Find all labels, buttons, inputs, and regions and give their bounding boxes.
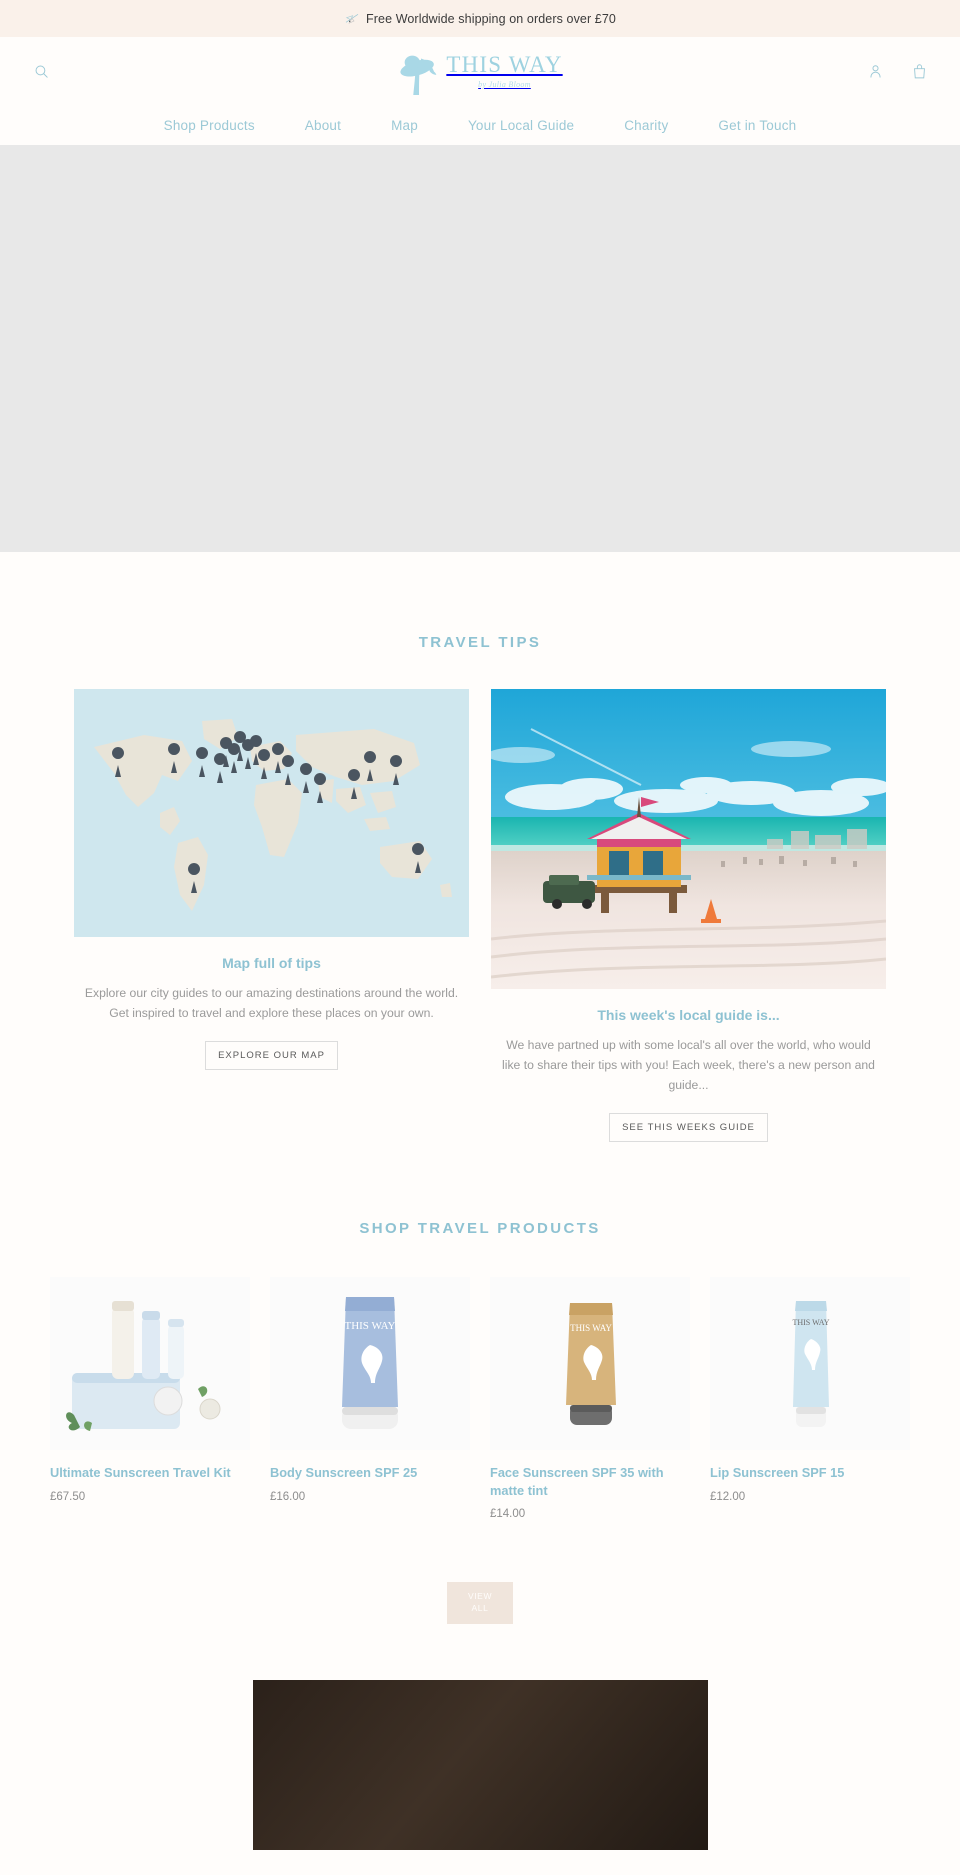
header-top-row: THIS WAY by Julia Bloom <box>30 37 930 105</box>
promo-video[interactable] <box>252 1679 708 1850</box>
announcement-text: Free Worldwide shipping on orders over £… <box>366 11 616 26</box>
tip-card-map-heading: Map full of tips <box>222 955 321 971</box>
shop-products-title: SHOP TRAVEL PRODUCTS <box>359 1220 601 1238</box>
product-name[interactable]: Ultimate Sunscreen Travel Kit <box>50 1464 250 1481</box>
tip-card-local-guide: This week's local guide is... We have pa… <box>491 689 886 1143</box>
view-all-line-1: VIEW <box>467 1591 493 1602</box>
product-name[interactable]: Lip Sunscreen SPF 15 <box>710 1464 910 1481</box>
shop-products-section: SHOP TRAVEL PRODUCTS Ultimate Sunscreen … <box>0 1142 960 1624</box>
logo-text-block: THIS WAY by Julia Bloom <box>446 53 562 89</box>
nav-item-map[interactable]: Map <box>366 118 443 133</box>
product-card: Ultimate Sunscreen Travel Kit £67.50 <box>50 1277 250 1503</box>
nav-item-about[interactable]: About <box>280 118 366 133</box>
product-name[interactable]: Face Sunscreen SPF 35 with matte tint <box>490 1464 690 1499</box>
view-all-button[interactable]: VIEW ALL <box>447 1581 513 1624</box>
tip-card-local-guide-body: We have partned up with some local's all… <box>502 1038 875 1093</box>
product-name[interactable]: Body Sunscreen SPF 25 <box>270 1464 470 1481</box>
tip-card-local-guide-button-row: SEE THIS WEEKS GUIDE <box>491 1113 886 1143</box>
world-map-with-pins[interactable] <box>74 689 469 937</box>
product-grid: Ultimate Sunscreen Travel Kit £67.50 THI… <box>0 1277 960 1520</box>
svg-text:THIS WAY: THIS WAY <box>344 1320 395 1332</box>
tip-card-local-guide-heading: This week's local guide is... <box>597 1007 780 1023</box>
main-navigation: Shop Products About Map Your Local Guide… <box>30 105 930 145</box>
airplane-icon <box>344 11 360 27</box>
promo-video-frame <box>252 1679 708 1850</box>
svg-text:THIS WAY: THIS WAY <box>570 1323 612 1333</box>
product-card: THIS WAY Face Sunscreen SPF 35 with matt… <box>490 1277 690 1520</box>
site-logo[interactable]: THIS WAY by Julia Bloom <box>397 47 562 95</box>
svg-text:THIS WAY: THIS WAY <box>792 1318 829 1327</box>
view-all-line-2: ALL <box>471 1602 489 1613</box>
tip-card-map: Map full of tips Explore our city guides… <box>74 689 469 1071</box>
logo-title: THIS WAY <box>446 52 563 77</box>
site-header: THIS WAY by Julia Bloom Shop Products Ab… <box>0 37 960 145</box>
product-price: £16.00 <box>270 1490 306 1503</box>
travel-tips-title: TRAVEL TIPS <box>418 634 542 651</box>
bottom-video-section <box>0 1623 960 1850</box>
tip-card-map-button-row: EXPLORE OUR MAP <box>74 1041 469 1071</box>
woman-in-sunhat-icon <box>397 47 443 95</box>
product-card: THIS WAY Body Sunscreen SPF 25 £16.00 <box>270 1277 470 1503</box>
product-price: £12.00 <box>710 1490 746 1503</box>
hero-banner[interactable] <box>0 145 960 552</box>
sunscreen-travel-kit-photo[interactable] <box>50 1277 250 1451</box>
nav-item-your-local-guide[interactable]: Your Local Guide <box>443 118 599 133</box>
product-price: £67.50 <box>50 1490 86 1503</box>
product-card: THIS WAY Lip Sunscreen SPF 15 £12.00 <box>710 1277 910 1503</box>
logo-subtitle: by Julia Bloom <box>478 80 531 89</box>
view-all-row: VIEW ALL <box>0 1581 960 1624</box>
header-right-actions <box>810 60 930 82</box>
tip-card-map-body: Explore our city guides to our amazing d… <box>84 986 459 1021</box>
explore-our-map-button[interactable]: EXPLORE OUR MAP <box>205 1041 338 1071</box>
header-left-actions <box>30 60 150 82</box>
travel-tips-grid: Map full of tips Explore our city guides… <box>0 689 960 1143</box>
nav-item-get-in-touch[interactable]: Get in Touch <box>693 118 821 133</box>
lip-sunscreen-tube-photo[interactable]: THIS WAY <box>710 1277 910 1451</box>
see-this-weeks-guide-button[interactable]: SEE THIS WEEKS GUIDE <box>609 1113 768 1143</box>
nav-item-charity[interactable]: Charity <box>599 118 693 133</box>
miami-beach-lifeguard-tower-photo[interactable] <box>491 689 886 989</box>
body-sunscreen-tube-photo[interactable]: THIS WAY <box>270 1277 470 1451</box>
shopping-bag-icon[interactable] <box>908 60 930 82</box>
search-icon[interactable] <box>30 60 52 82</box>
account-icon[interactable] <box>864 60 886 82</box>
travel-tips-section: TRAVEL TIPS Map full of tips Explore our… <box>0 552 960 1143</box>
announcement-bar: Free Worldwide shipping on orders over £… <box>0 0 960 37</box>
product-price: £14.00 <box>490 1507 526 1520</box>
nav-item-shop-products[interactable]: Shop Products <box>139 118 280 133</box>
face-sunscreen-tube-photo[interactable]: THIS WAY <box>490 1277 690 1451</box>
